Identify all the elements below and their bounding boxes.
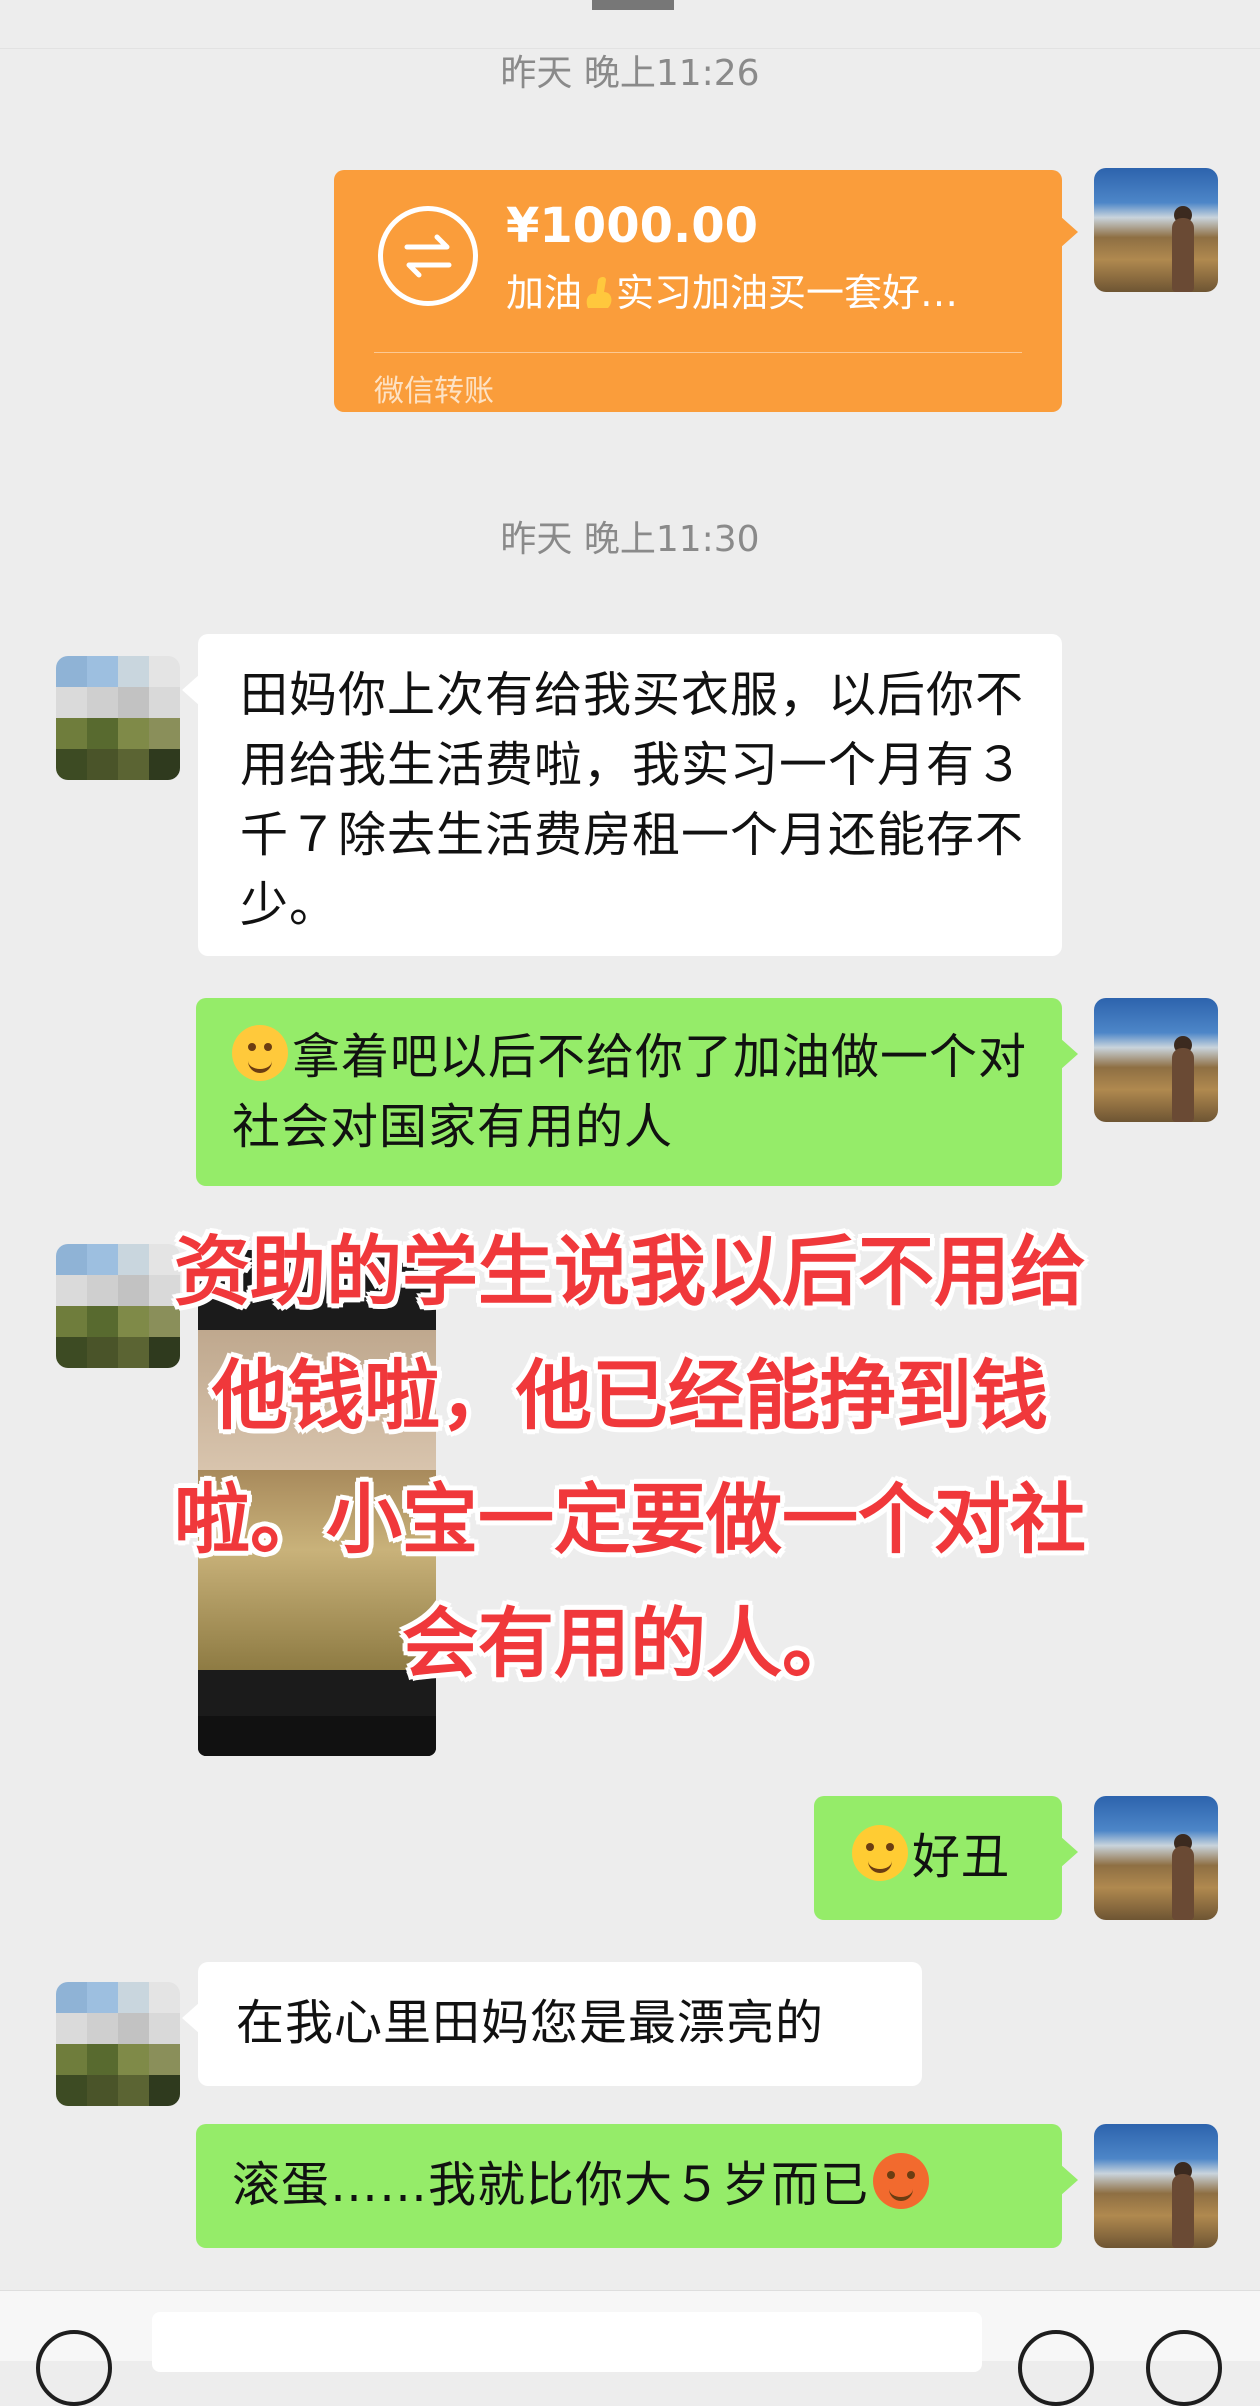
tears-of-joy-icon xyxy=(852,1825,908,1881)
divider xyxy=(374,352,1022,353)
my-avatar[interactable] xyxy=(1094,168,1218,292)
overlay-line: 他钱啦，他已经能挣到钱 xyxy=(212,1351,1048,1440)
bubble-tail xyxy=(1060,1038,1078,1070)
thinking-face-icon xyxy=(232,1025,288,1081)
my-avatar[interactable] xyxy=(1094,998,1218,1122)
message-text: 好丑 xyxy=(912,1829,1011,1885)
bubble-tail xyxy=(182,2002,200,2034)
timestamp: 昨天 晚上11:30 xyxy=(500,519,760,560)
transfer-card[interactable]: ¥1000.00 加油 实习加油买一套好… 微信转账 xyxy=(334,170,1078,412)
transfer-icon xyxy=(378,206,478,306)
top-bar-fragment xyxy=(592,0,674,10)
received-message[interactable]: 在我心里田妈您是最漂亮的 xyxy=(182,1962,922,2086)
sent-message[interactable]: 好丑 xyxy=(814,1796,1078,1920)
message-text: 拿着吧以后不给你了加油做一个对社会对国家有用的人 xyxy=(232,1029,1028,1155)
overlay-line: 啦。小宝一定要做一个对社 xyxy=(174,1475,1086,1564)
add-icon[interactable] xyxy=(1146,2330,1222,2406)
bubble-tail xyxy=(1060,2164,1078,2196)
transfer-memo-text: 实习加油买一套好… xyxy=(616,271,959,315)
phone-nav-bar xyxy=(198,1716,436,1756)
timestamp: 昨天 晚上11:26 xyxy=(500,53,760,94)
overlay-line: 会有用的人。 xyxy=(402,1599,858,1688)
voice-icon[interactable] xyxy=(36,2330,112,2406)
transfer-memo-text: 加油 xyxy=(506,271,583,315)
my-avatar[interactable] xyxy=(1094,2124,1218,2248)
received-message[interactable]: 田妈你上次有给我买衣服，以后你不用给我生活费啦，我实习一个月有３千７除去生活费房… xyxy=(182,634,1062,956)
sent-message[interactable]: 拿着吧以后不给你了加油做一个对社会对国家有用的人 xyxy=(196,998,1078,1186)
overlay-caption: 资助的学生说我以后不用给 他钱啦，他已经能挣到钱 啦。小宝一定要做一个对社 会有… xyxy=(110,1210,1150,1706)
bubble-tail xyxy=(1060,216,1078,248)
message-text: 田妈你上次有给我买衣服，以后你不用给我生活费啦，我实习一个月有３千７除去生活费房… xyxy=(240,667,1025,933)
flexed-biceps-icon xyxy=(582,274,616,312)
sent-message[interactable]: 滚蛋……我就比你大５岁而已 xyxy=(196,2124,1078,2248)
contact-avatar[interactable] xyxy=(56,656,180,780)
emoji-icon[interactable] xyxy=(1018,2330,1094,2406)
message-text: 滚蛋……我就比你大５岁而已 xyxy=(232,2157,870,2213)
transfer-kind-label: 微信转账 xyxy=(374,374,494,409)
transfer-amount: ¥1000.00 xyxy=(506,198,759,254)
transfer-memo: 加油 实习加油买一套好… xyxy=(506,262,958,317)
bubble-tail xyxy=(1060,1836,1078,1868)
contact-avatar[interactable] xyxy=(56,1982,180,2106)
my-avatar[interactable] xyxy=(1094,1796,1218,1920)
bubble-tail xyxy=(182,674,200,706)
overlay-line: 资助的学生说我以后不用给 xyxy=(174,1227,1086,1316)
message-input[interactable] xyxy=(152,2312,982,2372)
message-text: 在我心里田妈您是最漂亮的 xyxy=(236,1995,825,2051)
anxious-sweat-face-icon xyxy=(873,2153,930,2209)
